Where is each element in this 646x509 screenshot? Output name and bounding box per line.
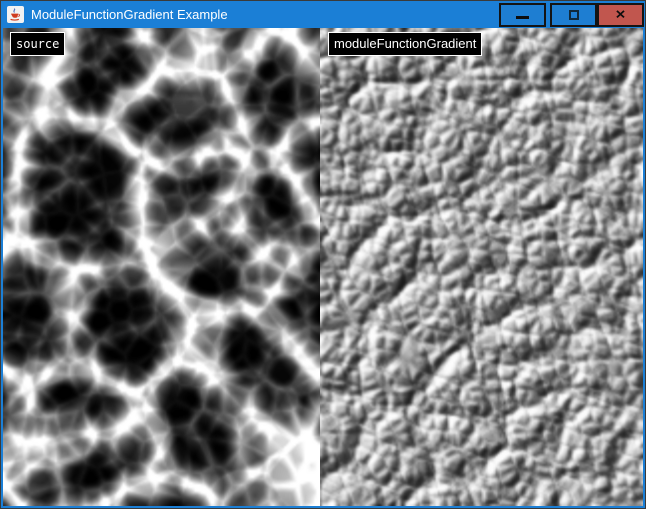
module-function-gradient-label-text: moduleFunctionGradient: [334, 36, 476, 51]
java-app-icon[interactable]: [7, 6, 24, 23]
source-panel: source: [3, 28, 320, 506]
module-function-gradient-panel: moduleFunctionGradient: [320, 28, 643, 506]
minimize-icon: [516, 16, 529, 19]
content-area: source moduleFunctionGradient: [1, 28, 645, 508]
app-window: ModuleFunctionGradient Example ✕ source …: [0, 0, 646, 509]
source-label-text: source: [16, 37, 59, 51]
maximize-button[interactable]: [550, 3, 597, 27]
window-controls: ✕: [499, 1, 645, 28]
module-function-gradient-label: moduleFunctionGradient: [328, 32, 482, 56]
source-label: source: [10, 32, 65, 56]
java-coffee-cup-icon: [9, 8, 22, 21]
module-function-gradient-image: [320, 28, 643, 506]
maximize-icon: [569, 10, 579, 20]
titlebar[interactable]: ModuleFunctionGradient Example ✕: [1, 1, 645, 28]
close-icon: ✕: [615, 9, 626, 21]
window-title: ModuleFunctionGradient Example: [31, 7, 228, 22]
close-button[interactable]: ✕: [597, 3, 644, 27]
source-image: [3, 28, 320, 506]
minimize-button[interactable]: [499, 3, 546, 27]
